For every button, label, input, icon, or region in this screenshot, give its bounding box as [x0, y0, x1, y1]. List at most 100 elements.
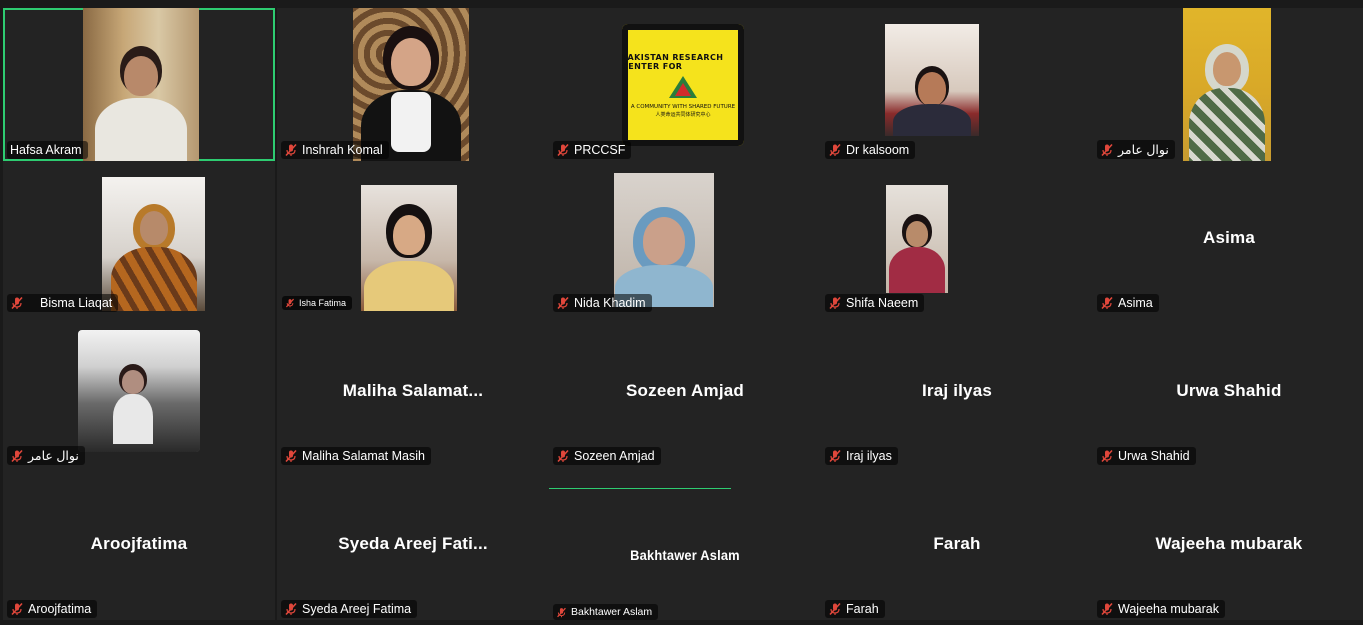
- participant-tile-dr-kalsoom[interactable]: Dr kalsoom: [821, 8, 1093, 161]
- participant-display-name: Aroojfatima: [90, 534, 188, 553]
- participant-video: [614, 173, 714, 307]
- participant-video: [885, 24, 979, 136]
- muted-mic-icon: [829, 602, 841, 616]
- muted-mic-icon: [557, 296, 569, 310]
- muted-mic-icon: [557, 607, 566, 617]
- participant-name-label: Inshrah Komal: [281, 141, 389, 159]
- participant-name-label: Syeda Areej Fatima: [281, 600, 418, 618]
- participant-name: نوال عامر: [1118, 143, 1169, 157]
- participant-name-label: PRCCSF: [553, 141, 632, 159]
- participant-name-label: Maliha Salamat Masih: [281, 447, 431, 465]
- muted-mic-icon: [829, 449, 841, 463]
- participant-display-name: Syeda Areej Fati...: [338, 534, 488, 553]
- participant-name: Shifa Naeem: [846, 296, 919, 310]
- participant-tile-isha-fatima[interactable]: Isha Fatima: [277, 161, 549, 314]
- participant-display-name: Farah: [933, 534, 981, 553]
- participant-name-label: Aroojfatima: [7, 600, 98, 618]
- participant-display-name: Maliha Salamat...: [342, 381, 484, 400]
- participant-name: Sozeen Amjad: [574, 449, 655, 463]
- participant-name: Wajeeha mubarak: [1118, 602, 1219, 616]
- participant-video: [353, 8, 469, 161]
- participant-tile-shifa-naeem[interactable]: Shifa Naeem: [821, 161, 1093, 314]
- participant-name-label: Hafsa Akram: [7, 141, 88, 159]
- participant-name-label: نوال عامر: [1097, 140, 1175, 159]
- participant-tile-bakhtawer-aslam[interactable]: Bakhtawer Aslam Bakhtawer Aslam: [549, 467, 821, 620]
- participant-tile-nawal-amir[interactable]: نوال عامر: [1093, 8, 1363, 161]
- participant-name-label: نوال عامر: [7, 446, 85, 465]
- muted-mic-icon: [11, 449, 23, 462]
- participant-name: Aroojfatima: [28, 602, 92, 616]
- participant-tile-inshrah-komal[interactable]: Inshrah Komal: [277, 8, 549, 161]
- muted-mic-icon: [286, 298, 294, 308]
- participant-tile-urwa-shahid[interactable]: Urwa Shahid Urwa Shahid: [1093, 314, 1363, 467]
- participant-name-label: Bisma Liaqat: [7, 294, 119, 312]
- participant-name-label: Sozeen Amjad: [553, 447, 661, 465]
- participant-name-label: Nida Khadim: [553, 294, 652, 312]
- participant-name: Maliha Salamat Masih: [302, 449, 425, 463]
- muted-mic-icon: [11, 602, 23, 616]
- participant-display-name: Bakhtawer Aslam: [630, 547, 740, 563]
- participant-tile-nida-khadim[interactable]: Nida Khadim: [549, 161, 821, 314]
- participant-video: [1183, 8, 1271, 161]
- participant-name: Farah: [846, 602, 879, 616]
- participant-name-label: Bakhtawer Aslam: [553, 604, 659, 620]
- participant-name: نوال عامر: [28, 449, 79, 463]
- participant-name: Urwa Shahid: [1118, 449, 1190, 463]
- participant-video: [102, 177, 205, 311]
- participant-name: Nida Khadim: [574, 296, 646, 310]
- muted-mic-icon: [829, 143, 841, 157]
- participant-name: Inshrah Komal: [302, 143, 383, 157]
- participant-video: [78, 330, 200, 452]
- participant-name: Bisma Liaqat: [40, 296, 113, 310]
- participant-name: Isha Fatima: [299, 298, 347, 308]
- muted-mic-icon: [1101, 143, 1113, 156]
- participant-tile-nawal-amir-2[interactable]: نوال عامر: [3, 314, 275, 467]
- participant-name-label: Isha Fatima: [282, 296, 353, 310]
- participant-tile-farah[interactable]: Farah Farah: [821, 467, 1093, 620]
- video-gallery: Hafsa Akram Inshrah Komal PAKISTAN RESEA…: [0, 0, 1363, 625]
- triangle-logo-icon: [669, 75, 697, 98]
- muted-mic-icon: [557, 143, 569, 157]
- participant-tile-prccsf[interactable]: PAKISTAN RESEARCH CENTER FOR A COMMUNITY…: [549, 8, 821, 161]
- muted-mic-icon: [557, 449, 569, 463]
- participant-video: [83, 8, 199, 161]
- participant-name-label: Shifa Naeem: [825, 294, 925, 312]
- participant-tile-iraj-ilyas[interactable]: Iraj ilyas Iraj ilyas: [821, 314, 1093, 467]
- participant-display-name: Urwa Shahid: [1176, 381, 1282, 400]
- organization-logo: PAKISTAN RESEARCH CENTER FOR A COMMUNITY…: [622, 24, 744, 146]
- muted-mic-icon: [829, 296, 841, 310]
- participant-name: Hafsa Akram: [10, 143, 82, 157]
- participant-display-name: Sozeen Amjad: [626, 381, 744, 400]
- participant-name: Iraj ilyas: [846, 449, 892, 463]
- participant-name-label: Dr kalsoom: [825, 141, 916, 159]
- participant-tile-aroojfatima[interactable]: Aroojfatima Aroojfatima: [3, 467, 275, 620]
- muted-mic-icon: [11, 296, 23, 310]
- participant-display-name: Asima: [1202, 228, 1256, 247]
- participant-name: Syeda Areej Fatima: [302, 602, 412, 616]
- participant-name-label: Urwa Shahid: [1097, 447, 1196, 465]
- participant-tile-hafsa-akram[interactable]: Hafsa Akram: [3, 8, 275, 161]
- participant-tile-sozeen-amjad[interactable]: Sozeen Amjad Sozeen Amjad: [549, 314, 821, 467]
- muted-mic-icon: [285, 449, 297, 463]
- participant-tile-asima[interactable]: Asima Asima: [1093, 161, 1363, 314]
- muted-mic-icon: [1101, 602, 1113, 616]
- participant-name: PRCCSF: [574, 143, 626, 157]
- participant-tile-wajeeha-mubarak[interactable]: Wajeeha mubarak Wajeeha mubarak: [1093, 467, 1363, 620]
- participant-display-name: Iraj ilyas: [921, 381, 993, 400]
- logo-chinese-text: 人类命运共同体研究中心: [655, 111, 711, 118]
- active-speaker-indicator: [549, 488, 731, 489]
- participant-name-label: Farah: [825, 600, 885, 618]
- participant-name: Asima: [1118, 296, 1153, 310]
- participant-name: Dr kalsoom: [846, 143, 910, 157]
- participant-tile-bisma-liaqat[interactable]: Bisma Liaqat: [3, 161, 275, 314]
- participant-name: Bakhtawer Aslam: [571, 606, 653, 618]
- participant-display-name: Wajeeha mubarak: [1155, 534, 1303, 553]
- participant-name-label: Wajeeha mubarak: [1097, 600, 1225, 618]
- participant-tile-syeda-areej-fatima[interactable]: Syeda Areej Fati... Syeda Areej Fatima: [277, 467, 549, 620]
- participant-name-label: Asima: [1097, 294, 1159, 312]
- participant-video: [361, 185, 457, 311]
- participant-video: [886, 185, 948, 293]
- muted-mic-icon: [1101, 296, 1113, 310]
- participant-tile-maliha-salamat-masih[interactable]: Maliha Salamat... Maliha Salamat Masih: [277, 314, 549, 467]
- muted-mic-icon: [1101, 449, 1113, 463]
